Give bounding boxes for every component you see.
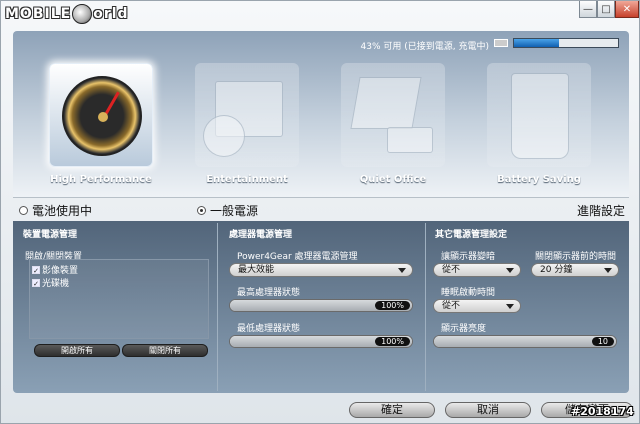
p4g-select[interactable]: 最大效能 — [229, 263, 413, 277]
brightness-slider[interactable]: 10 — [433, 335, 617, 348]
display-off-select-value: 20 分鐘 — [540, 265, 573, 275]
cpu-panel-title: 處理器電源管理 — [229, 230, 293, 240]
radio-dot-selected — [197, 206, 206, 215]
column-divider — [217, 223, 218, 391]
ok-button[interactable]: 確定 — [349, 402, 435, 418]
column-divider — [425, 223, 426, 391]
checkbox-box: ✓ — [32, 278, 40, 288]
sleep-select[interactable]: 從不 — [433, 299, 521, 313]
brightness-value: 10 — [591, 337, 614, 346]
battery-level-bar — [513, 38, 619, 48]
max-cpu-value: 100% — [375, 301, 410, 310]
chevron-down-icon — [604, 268, 612, 273]
radio-ac-power[interactable]: 一般電源 — [197, 202, 258, 219]
radio-dot — [19, 206, 28, 215]
p4g-select-value: 最大效能 — [238, 265, 275, 275]
divider — [13, 197, 629, 198]
min-cpu-value: 100% — [375, 337, 410, 346]
maximize-button[interactable]: □ — [597, 1, 615, 18]
mode-high-performance[interactable] — [49, 63, 153, 167]
battery-level-fill — [514, 39, 559, 47]
dim-select[interactable]: 從不 — [433, 263, 521, 277]
mode-label-entertainment: Entertainment — [206, 174, 288, 185]
battery-status-text: 43% 可用 (已接到電源, 充電中) — [360, 42, 489, 52]
p4g-label: Power4Gear 處理器電源管理 — [237, 252, 358, 262]
max-cpu-label: 最高處理器狀態 — [237, 288, 301, 298]
checkbox-camera-label: 影像裝置 — [42, 266, 79, 276]
watermark-text: #2018174 — [571, 405, 634, 418]
cancel-button[interactable]: 取消 — [445, 402, 531, 418]
radio-battery-label: 電池使用中 — [32, 204, 93, 218]
gauge-icon — [62, 76, 142, 156]
dim-select-value: 從不 — [442, 265, 461, 275]
checkbox-camera[interactable]: ✓ 影像裝置 — [32, 263, 78, 276]
mode-entertainment[interactable] — [195, 63, 299, 167]
trash-recycle-icon — [511, 73, 569, 159]
disc-icon — [72, 4, 93, 24]
disable-all-button[interactable]: 關閉所有 — [122, 344, 208, 357]
checkbox-optical-drive[interactable]: ✓ 光碟機 — [32, 276, 69, 289]
sleep-select-value: 從不 — [442, 301, 461, 311]
close-button[interactable]: ✕ — [615, 1, 639, 18]
brightness-fill — [434, 336, 616, 347]
logo-text-left: MOBILE — [5, 6, 72, 22]
mode-label-quiet-office: Quiet Office — [359, 174, 427, 185]
other-panel-title: 其它電源管理設定 — [435, 230, 508, 240]
min-cpu-label: 最低處理器狀態 — [237, 324, 301, 334]
display-off-label: 關閉顯示器前的時間 — [535, 252, 617, 262]
chevron-down-icon — [506, 268, 514, 273]
min-cpu-slider[interactable]: 100% — [229, 335, 413, 348]
office-icon — [350, 77, 422, 129]
power4gear-window: MOBILE orld — □ ✕ 43% 可用 (已接到電源, 充電中) Hi… — [0, 0, 640, 424]
mode-label-high-performance: High Performance — [50, 174, 152, 185]
mode-battery-saving[interactable] — [487, 63, 591, 167]
enable-all-button[interactable]: 開啟所有 — [34, 344, 120, 357]
minimize-button[interactable]: — — [579, 1, 597, 18]
max-cpu-slider[interactable]: 100% — [229, 299, 413, 312]
brightness-label: 顯示器亮度 — [441, 324, 487, 334]
battery-icon — [494, 39, 508, 47]
logo-text-right: orld — [93, 6, 129, 22]
projector-icon — [387, 127, 433, 153]
checkbox-optical-drive-label: 光碟機 — [42, 279, 70, 289]
mode-quiet-office[interactable] — [341, 63, 445, 167]
chevron-down-icon — [506, 304, 514, 309]
checkbox-box: ✓ — [32, 265, 40, 275]
mode-label-battery-saving: Battery Saving — [497, 174, 581, 185]
device-panel-title: 裝置電源管理 — [23, 230, 78, 240]
advanced-settings-link[interactable]: 進階設定 — [577, 202, 625, 219]
dim-label: 讓顯示器變暗 — [441, 252, 496, 262]
mobileworld-logo: MOBILE orld — [5, 4, 129, 24]
radio-ac-label: 一般電源 — [210, 204, 259, 218]
chevron-down-icon — [398, 268, 406, 273]
disc-icon — [203, 115, 245, 157]
sleep-label: 睡眠啟動時間 — [441, 288, 496, 298]
display-off-select[interactable]: 20 分鐘 — [531, 263, 619, 277]
radio-battery[interactable]: 電池使用中 — [19, 202, 92, 219]
